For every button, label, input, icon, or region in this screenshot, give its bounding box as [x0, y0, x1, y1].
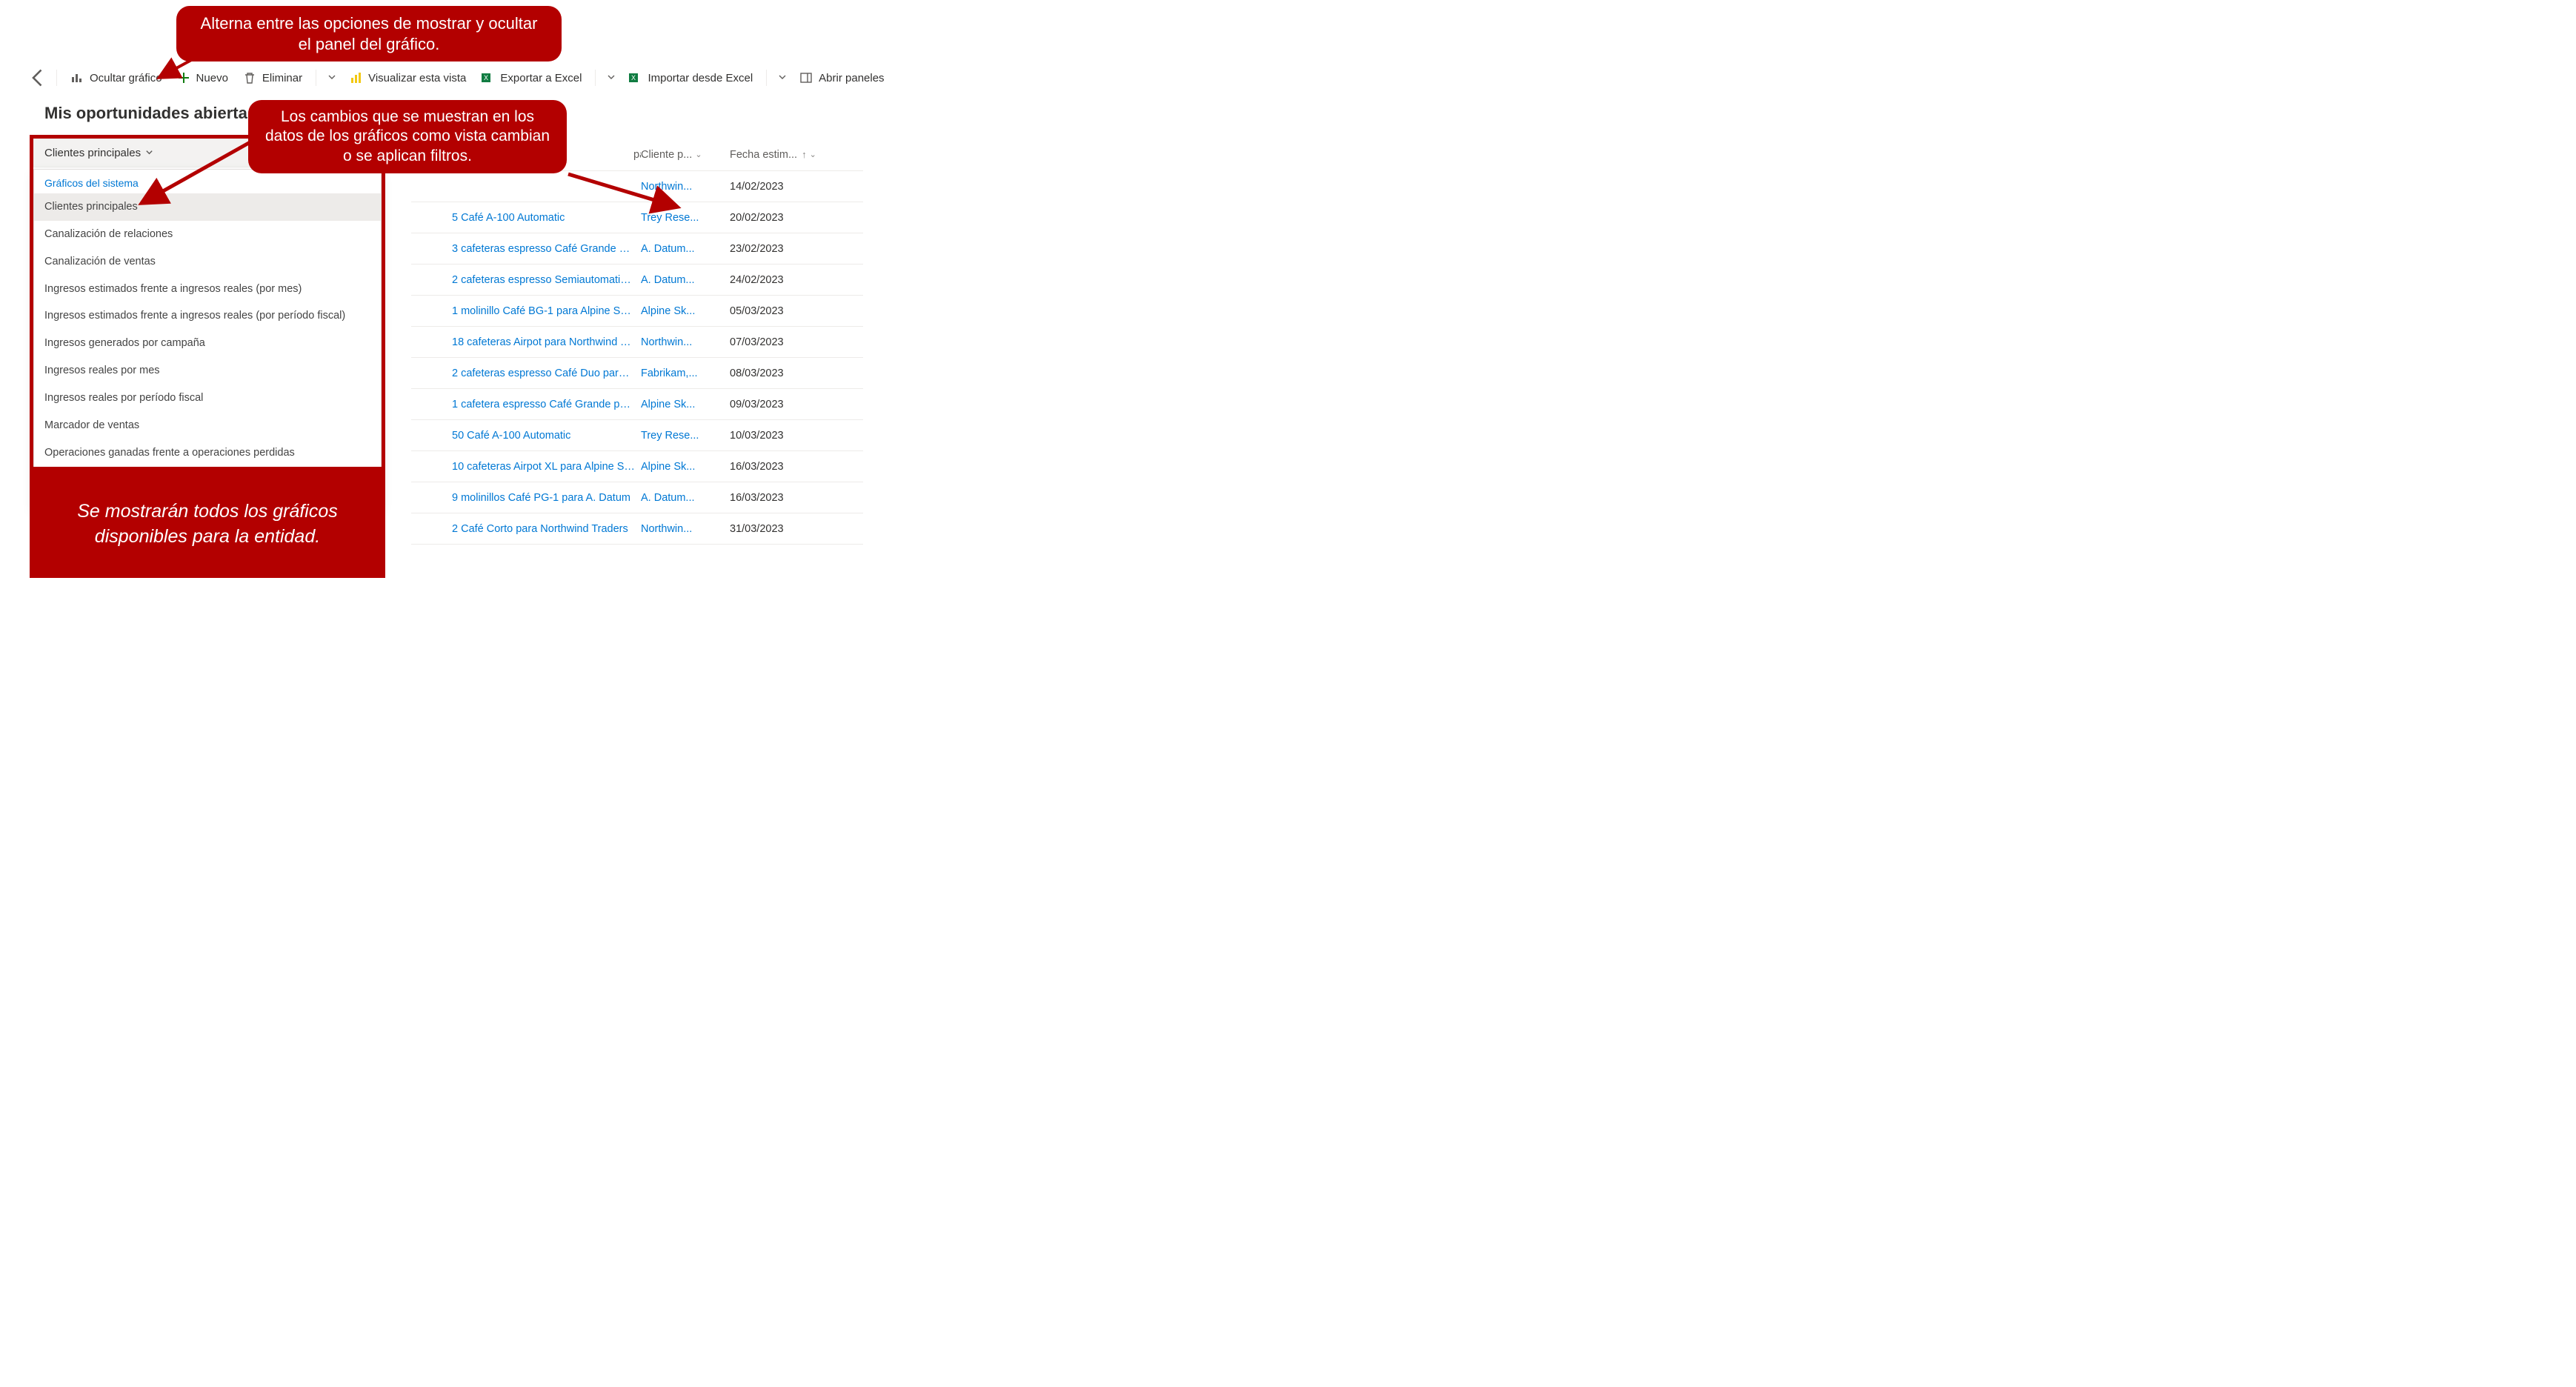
excel-icon: X	[481, 71, 494, 84]
cell-client[interactable]: A. Datum...	[641, 492, 730, 504]
table-row[interactable]: 2 Café Corto para Northwind TradersNorth…	[411, 513, 863, 545]
cell-date: 20/02/2023	[730, 212, 848, 224]
view-selector[interactable]: Mis oportunidades abiertas	[44, 104, 270, 123]
hide-chart-button[interactable]: Ocultar gráfico	[64, 68, 168, 87]
callout-changes: Los cambios que se muestran en los datos…	[248, 100, 567, 173]
table-row[interactable]: 1 molinillo Café BG-1 para Alpine Ski Ho…	[411, 296, 863, 327]
cell-date: 16/03/2023	[730, 492, 848, 504]
cell-date: 14/02/2023	[730, 181, 848, 193]
cell-client[interactable]: Fabrikam,...	[641, 367, 730, 379]
cell-date: 24/02/2023	[730, 274, 848, 286]
powerbi-icon	[349, 71, 362, 84]
header-date-label: Fecha estim...	[730, 149, 797, 161]
export-excel-button[interactable]: X Exportar a Excel	[475, 68, 588, 87]
header-client-label: Cliente p...	[641, 149, 692, 161]
cell-date: 31/03/2023	[730, 523, 848, 535]
cell-client[interactable]: Alpine Sk...	[641, 399, 730, 410]
delete-button[interactable]: Eliminar	[237, 68, 308, 87]
chart-option[interactable]: Ingresos reales por período fiscal	[34, 385, 381, 412]
excel-import-icon: X	[628, 71, 642, 84]
back-button[interactable]	[28, 67, 49, 88]
chart-icon	[70, 71, 84, 84]
trash-icon	[243, 71, 256, 84]
cell-date: 05/03/2023	[730, 305, 848, 317]
separator	[56, 70, 57, 86]
cell-date: 16/03/2023	[730, 461, 848, 473]
arrow-to-grid-data	[565, 170, 683, 215]
callout-all-charts: Se mostrarán todos los gráficos disponib…	[30, 470, 385, 578]
header-topic-fragment: pa...	[633, 149, 641, 161]
cell-client[interactable]: Northwin...	[641, 523, 730, 535]
chart-option[interactable]: Canalización de ventas	[34, 248, 381, 276]
cell-topic[interactable]: 3 cafeteras espresso Café Grande para A.…	[411, 243, 641, 255]
export-excel-label: Exportar a Excel	[500, 72, 582, 84]
cell-topic[interactable]: 18 cafeteras Airpot para Northwind Trade…	[411, 336, 641, 348]
export-split-chevron[interactable]	[603, 73, 619, 83]
cell-topic[interactable]: 10 cafeteras Airpot XL para Alpine Ski H…	[411, 461, 641, 473]
svg-text:X: X	[484, 74, 488, 82]
cell-topic[interactable]: 1 molinillo Café BG-1 para Alpine Ski Ho…	[411, 305, 641, 317]
cell-topic[interactable]: 2 Café Corto para Northwind Traders	[411, 523, 641, 535]
chevron-down-icon: ⌄	[810, 150, 816, 159]
chevron-down-icon: ⌄	[695, 150, 702, 159]
new-label: Nuevo	[196, 72, 228, 84]
cell-topic[interactable]: 2 cafeteras espresso Semiautomatic para …	[411, 274, 641, 286]
table-row[interactable]: 3 cafeteras espresso Café Grande para A.…	[411, 233, 863, 265]
cell-date: 10/03/2023	[730, 430, 848, 442]
chart-option[interactable]: Ingresos estimados frente a ingresos rea…	[34, 276, 381, 303]
column-header-date[interactable]: Fecha estim... ↑⌄	[730, 149, 848, 161]
chart-option[interactable]: Ingresos estimados frente a ingresos rea…	[34, 302, 381, 330]
chart-dropdown-label: Clientes principales	[44, 147, 141, 159]
panel-icon	[799, 71, 813, 84]
cell-topic[interactable]: 9 molinillos Café PG-1 para A. Datum	[411, 492, 641, 504]
cell-date: 09/03/2023	[730, 399, 848, 410]
table-row[interactable]: 2 cafeteras espresso Café Duo para Fabri…	[411, 358, 863, 389]
chart-option[interactable]: Marcador de ventas	[34, 412, 381, 439]
import-excel-button[interactable]: X Importar desde Excel	[622, 68, 759, 87]
chart-option[interactable]: Canalización de relaciones	[34, 221, 381, 248]
view-title-text: Mis oportunidades abiertas	[44, 104, 256, 123]
import-excel-label: Importar desde Excel	[648, 72, 753, 84]
cell-client[interactable]: A. Datum...	[641, 243, 730, 255]
delete-label: Eliminar	[262, 72, 302, 84]
open-panels-label: Abrir paneles	[819, 72, 884, 84]
table-row[interactable]: 1 cafetera espresso Café Grande para Alp…	[411, 389, 863, 420]
cell-client[interactable]: Trey Rese...	[641, 430, 730, 442]
table-row[interactable]: 2 cafeteras espresso Semiautomatic para …	[411, 265, 863, 296]
chart-option[interactable]: Operaciones ganadas frente a operaciones…	[34, 439, 381, 467]
cell-date: 23/02/2023	[730, 243, 848, 255]
cell-topic[interactable]: 50 Café A-100 Automatic	[411, 430, 641, 442]
cell-topic[interactable]: 2 cafeteras espresso Café Duo para Fabri…	[411, 367, 641, 379]
cell-topic[interactable]: 1 cafetera espresso Café Grande para Alp…	[411, 399, 641, 410]
chart-dropdown-list: Gráficos del sistema Clientes principale…	[33, 169, 382, 508]
svg-text:X: X	[631, 74, 636, 82]
visualize-button[interactable]: Visualizar esta vista	[343, 68, 472, 87]
column-header-client[interactable]: Cliente p...⌄	[641, 149, 730, 161]
chart-option[interactable]: Ingresos generados por campaña	[34, 330, 381, 357]
chart-option[interactable]: Ingresos reales por mes	[34, 357, 381, 385]
delete-split-chevron[interactable]	[324, 73, 340, 83]
table-row[interactable]: 10 cafeteras Airpot XL para Alpine Ski H…	[411, 451, 863, 482]
import-split-chevron[interactable]	[774, 73, 791, 83]
cell-client[interactable]: Alpine Sk...	[641, 305, 730, 317]
cell-client[interactable]: A. Datum...	[641, 274, 730, 286]
hide-chart-label: Ocultar gráfico	[90, 72, 162, 84]
sort-asc-icon: ↑	[802, 149, 807, 160]
visualize-label: Visualizar esta vista	[368, 72, 466, 84]
table-row[interactable]: 50 Café A-100 AutomaticTrey Rese...10/03…	[411, 420, 863, 451]
separator	[766, 70, 767, 86]
separator	[595, 70, 596, 86]
cell-date: 07/03/2023	[730, 336, 848, 348]
cell-client[interactable]: Northwin...	[641, 336, 730, 348]
cell-date: 08/03/2023	[730, 367, 848, 379]
open-panels-button[interactable]: Abrir paneles	[793, 68, 890, 87]
callout-toggle-chart: Alterna entre las opciones de mostrar y …	[176, 6, 562, 61]
table-row[interactable]: 18 cafeteras Airpot para Northwind Trade…	[411, 327, 863, 358]
cell-client[interactable]: Alpine Sk...	[641, 461, 730, 473]
arrow-to-chart-option	[133, 133, 267, 207]
table-row[interactable]: 9 molinillos Café PG-1 para A. DatumA. D…	[411, 482, 863, 513]
